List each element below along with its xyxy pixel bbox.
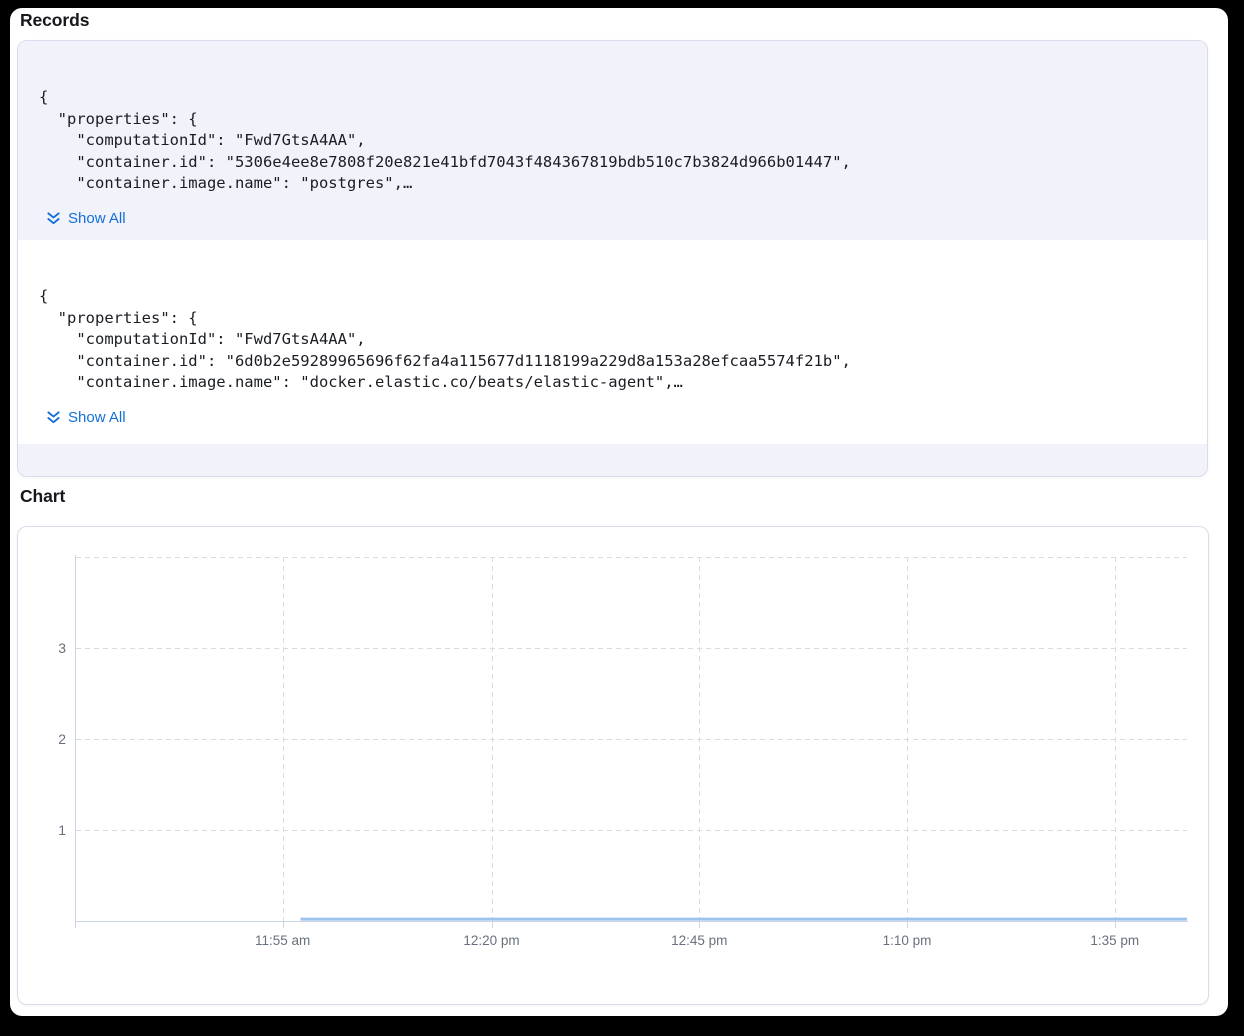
records-heading: Records xyxy=(20,9,89,31)
chart-series-layer xyxy=(76,557,1187,921)
record-item: { "properties": { "computationId": "Fwd7… xyxy=(18,41,1207,240)
y-axis-tick-label: 1 xyxy=(30,820,66,840)
chart-heading: Chart xyxy=(20,485,65,507)
show-all-button[interactable]: Show All xyxy=(46,208,126,230)
double-chevron-down-icon xyxy=(46,211,61,226)
chart-plot-area[interactable]: 12311:55 am12:20 pm12:45 pm1:10 pm1:35 p… xyxy=(76,557,1187,921)
x-axis-tick-label: 12:45 pm xyxy=(639,932,759,950)
x-axis-tick-label: 11:55 am xyxy=(223,932,343,950)
x-axis-line xyxy=(75,921,1188,922)
y-axis-tick-label: 2 xyxy=(30,729,66,749)
double-chevron-down-icon xyxy=(46,410,61,425)
record-json-preview: { "properties": { "computationId": "Fwd7… xyxy=(18,240,1207,394)
record-row-partial xyxy=(18,444,1207,477)
record-json-preview: { "properties": { "computationId": "Fwd7… xyxy=(18,41,1207,195)
y-axis-tick-label: 3 xyxy=(30,638,66,658)
show-all-label: Show All xyxy=(68,208,126,230)
x-axis-tick xyxy=(283,921,284,928)
x-axis-tick xyxy=(1115,921,1116,928)
show-all-label: Show All xyxy=(68,407,126,429)
x-axis-tick xyxy=(492,921,493,928)
x-axis-tick-label: 1:10 pm xyxy=(847,932,967,950)
x-axis-tick xyxy=(699,921,700,928)
x-axis-tick xyxy=(907,921,908,928)
show-all-button[interactable]: Show All xyxy=(46,407,126,429)
x-axis-tick-label: 1:35 pm xyxy=(1055,932,1175,950)
x-axis-tick-label: 12:20 pm xyxy=(432,932,552,950)
chart-panel: 1 2 3 11:55 am 12:20 pm 12:45 pm 1:10 pm 1:35 p… xyxy=(17,526,1209,1005)
records-panel: { "properties": { "computationId": "Fwd7… xyxy=(17,40,1208,477)
app-window: Records { "properties": { "computationId… xyxy=(10,8,1228,1016)
record-item: { "properties": { "computationId": "Fwd7… xyxy=(18,240,1207,444)
